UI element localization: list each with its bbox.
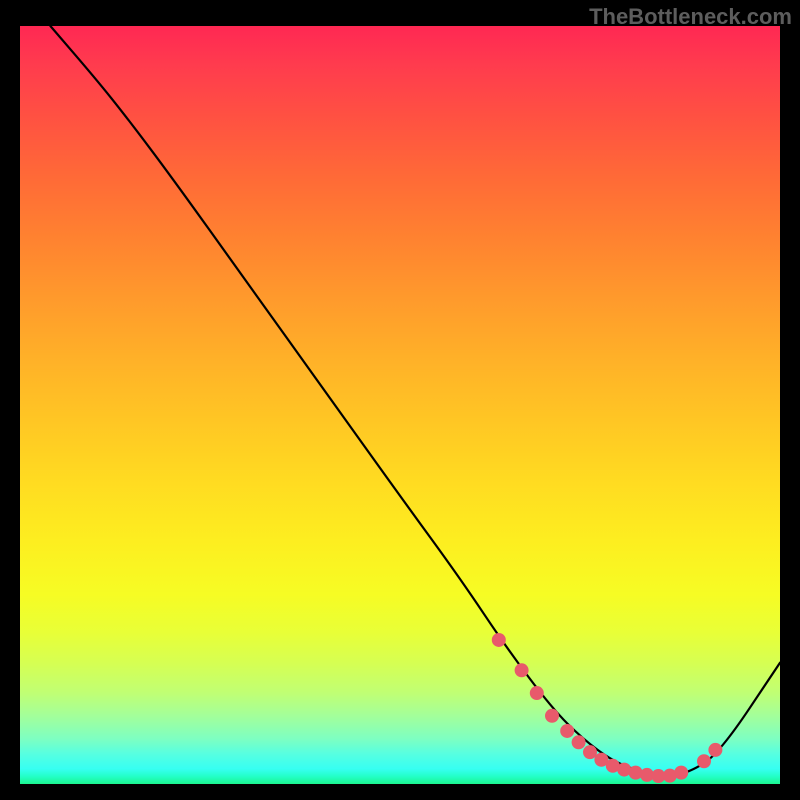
marker-point <box>560 724 574 738</box>
marker-point <box>572 735 586 749</box>
bottleneck-curve <box>50 26 780 775</box>
marker-point <box>515 663 529 677</box>
marker-point <box>708 743 722 757</box>
plot-area <box>20 26 780 784</box>
marker-point <box>697 754 711 768</box>
marker-point <box>674 766 688 780</box>
marker-point <box>583 745 597 759</box>
chart-container: TheBottleneck.com <box>0 0 800 800</box>
marker-point <box>530 686 544 700</box>
marker-point <box>492 633 506 647</box>
highlighted-points <box>492 633 723 783</box>
marker-point <box>545 709 559 723</box>
attribution-text: TheBottleneck.com <box>589 4 792 30</box>
curve-svg <box>20 26 780 784</box>
